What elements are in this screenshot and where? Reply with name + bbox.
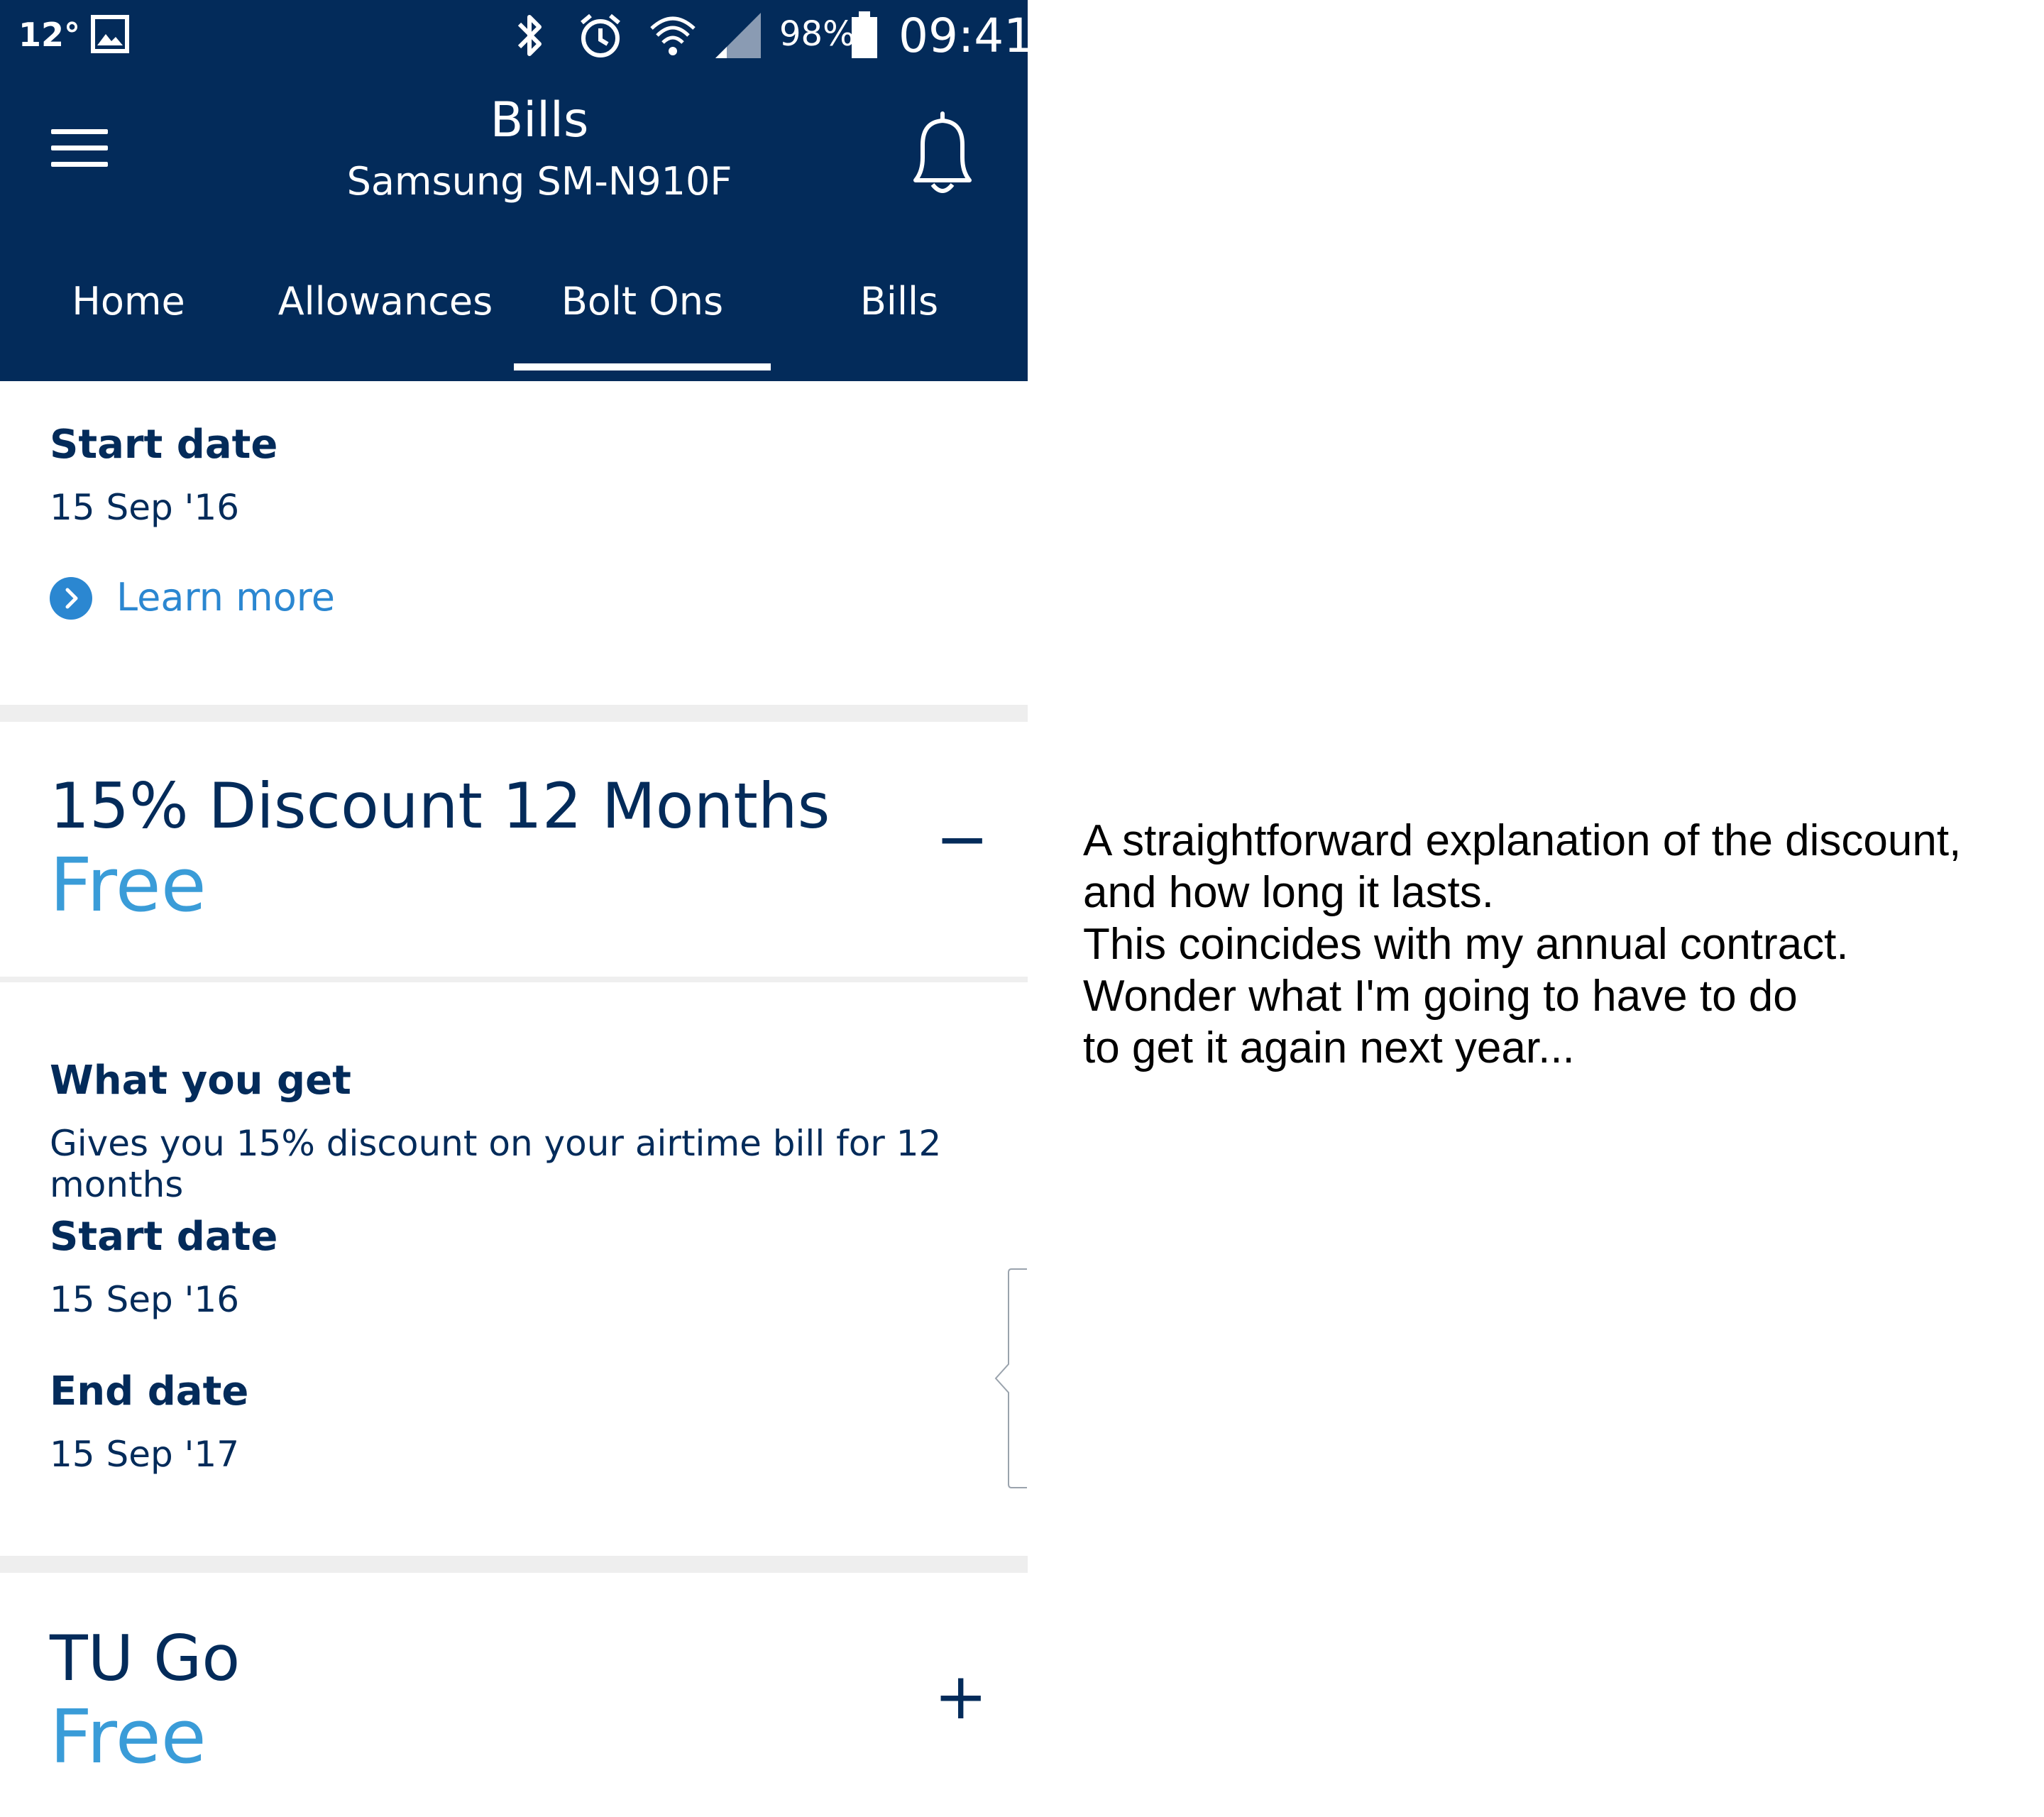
start-date-value: 15 Sep '16 xyxy=(50,487,240,528)
start-date-label: Start date xyxy=(50,1214,278,1260)
end-date-value: 15 Sep '17 xyxy=(50,1434,240,1475)
end-date-label: End date xyxy=(50,1368,249,1415)
phone-screen: 12° 98% 09:41 Bills Samsung SM-N910F Hom… xyxy=(0,0,1028,1817)
tab-allowances[interactable]: Allowances xyxy=(257,270,514,334)
page-title: Bills xyxy=(490,92,589,148)
tab-home[interactable]: Home xyxy=(0,270,257,334)
tab-bills[interactable]: Bills xyxy=(771,270,1028,334)
annotation-line: to get it again next year... xyxy=(1083,1023,1575,1072)
what-you-get-value: Gives you 15% discount on your airtime b… xyxy=(50,1123,942,1205)
annotation-line: and how long it lasts. xyxy=(1083,868,1495,917)
status-bar: 12° 98% 09:41 xyxy=(0,0,1028,71)
bluetooth-icon xyxy=(517,15,542,56)
bell-icon[interactable] xyxy=(908,111,977,199)
device-name: Samsung SM-N910F xyxy=(346,159,732,204)
selected-tab-indicator xyxy=(514,363,771,370)
annotation-line: Wonder what I'm going to have to do xyxy=(1083,972,1798,1021)
collapse-icon[interactable]: − xyxy=(935,808,989,872)
gallery-icon xyxy=(91,15,129,53)
section-divider xyxy=(0,1556,1028,1573)
section-divider xyxy=(0,977,1028,982)
annotation-line: This coincides with my annual contract. xyxy=(1083,920,1849,969)
learn-more-link[interactable]: Learn more xyxy=(116,575,335,620)
app-header: 12° 98% 09:41 Bills Samsung SM-N910F Hom… xyxy=(0,0,1028,381)
wifi-icon xyxy=(650,16,696,55)
battery-icon xyxy=(852,11,877,58)
annotation-line: A straightforward explanation of the dis… xyxy=(1083,816,1962,865)
start-date-label: Start date xyxy=(50,422,278,468)
edge-panel-handle[interactable] xyxy=(994,1268,1028,1488)
clock: 09:41 xyxy=(899,9,1028,63)
signal-icon xyxy=(715,13,761,58)
what-you-get-label: What you get xyxy=(50,1058,351,1104)
chevron-right-icon[interactable] xyxy=(50,577,92,620)
bolt-on-title: TU Go xyxy=(50,1622,241,1695)
tab-bolt-ons[interactable]: Bolt Ons xyxy=(514,270,771,334)
battery-percent: 98% xyxy=(779,14,855,54)
section-divider xyxy=(0,705,1028,722)
alarm-icon xyxy=(581,13,620,57)
temperature: 12° xyxy=(18,16,81,54)
annotation-text: A straightforward explanation of the dis… xyxy=(1083,815,2034,1074)
bolt-on-price: Free xyxy=(50,1694,207,1780)
bolt-on-price: Free xyxy=(50,842,207,928)
expand-icon[interactable]: + xyxy=(934,1665,987,1729)
start-date-value: 15 Sep '16 xyxy=(50,1279,240,1320)
bolt-on-title: 15% Discount 12 Months xyxy=(50,769,830,842)
